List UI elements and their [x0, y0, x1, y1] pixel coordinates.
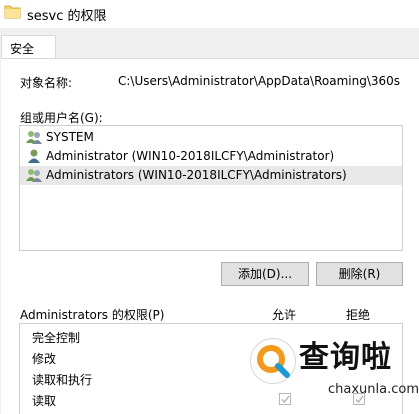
- deny-column-header: 拒绝: [346, 308, 371, 322]
- groups-label: 组或用户名(G):: [20, 111, 103, 125]
- watermark: 查询啦 chaxunla.com: [244, 328, 419, 414]
- permission-read: 读取: [32, 394, 57, 408]
- permission-read-execute: 读取和执行: [32, 373, 93, 387]
- remove-button[interactable]: 删除(R): [316, 262, 403, 286]
- list-item-label: Administrator (WIN10-2018ILCFY\Administr…: [46, 149, 335, 163]
- list-item-label: SYSTEM: [46, 130, 94, 144]
- permission-full-control: 完全控制: [32, 331, 81, 345]
- permissions-label: Administrators 的权限(P): [20, 308, 165, 322]
- folder-icon: [4, 3, 21, 19]
- tab-security-label: 安全: [10, 42, 35, 56]
- list-item-administrators[interactable]: Administrators (WIN10-2018ILCFY\Administ…: [20, 166, 402, 185]
- object-name-label: 对象名称:: [20, 76, 73, 90]
- watermark-text-cn: 查询啦: [299, 340, 392, 375]
- allow-column-header: 允许: [272, 308, 297, 322]
- add-button[interactable]: 添加(D)...: [221, 262, 309, 286]
- groups-listbox[interactable]: SYSTEM Administrator (WIN10-2018ILCFY\Ad…: [19, 125, 403, 251]
- watermark-text-en: chaxunla.com: [328, 382, 419, 397]
- user-group-icon: [26, 129, 42, 145]
- permission-modify: 修改: [32, 352, 57, 366]
- user-group-icon: [26, 167, 42, 183]
- list-item-system[interactable]: SYSTEM: [20, 128, 402, 147]
- object-name-value: C:\Users\Administrator\AppData\Roaming\3…: [118, 74, 401, 88]
- magnifier-logo-icon: [250, 338, 296, 384]
- list-item-label: Administrators (WIN10-2018ILCFY\Administ…: [46, 168, 347, 182]
- title-bar: sesvc 的权限: [0, 0, 419, 28]
- window-title: sesvc 的权限: [27, 9, 107, 24]
- user-icon: [26, 148, 42, 164]
- list-item-administrator[interactable]: Administrator (WIN10-2018ILCFY\Administr…: [20, 147, 402, 166]
- tab-security[interactable]: 安全: [1, 35, 56, 59]
